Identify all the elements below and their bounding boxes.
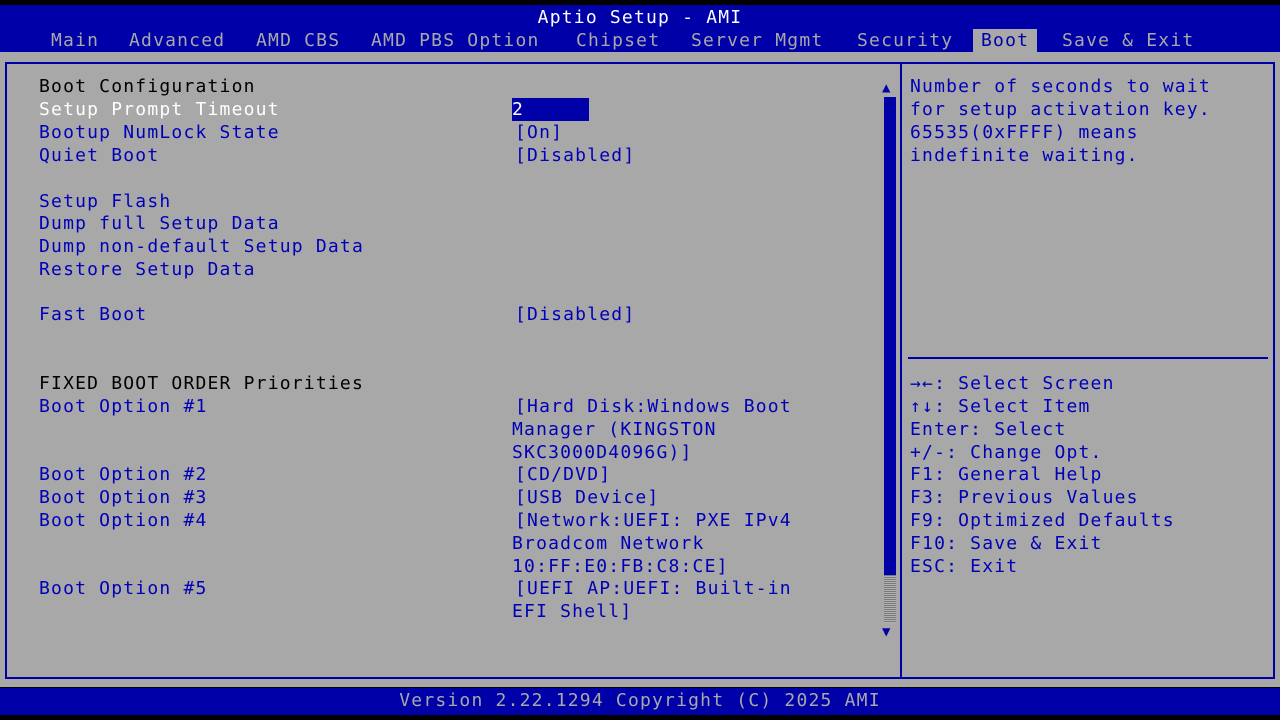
frame-bottom	[5, 677, 1275, 679]
boot-option-1-value-line3[interactable]: SKC3000D4096G)]	[512, 442, 693, 463]
key-general-help: F1: General Help	[910, 464, 1103, 485]
help-text-line: Number of seconds to wait	[910, 76, 1211, 97]
key-enter-select: Enter: Select	[910, 419, 1067, 440]
tab-amd-pbs-option[interactable]: AMD PBS Option	[371, 30, 540, 51]
window-title: Aptio Setup - AMI	[537, 7, 743, 28]
key-optimized-defaults: F9: Optimized Defaults	[910, 510, 1175, 531]
help-divider	[908, 357, 1268, 359]
boot-option-3-value[interactable]: [USB Device]	[515, 487, 659, 508]
scroll-up-arrow-icon[interactable]: ▲	[882, 80, 892, 96]
scroll-down-arrow-icon[interactable]: ▼	[882, 624, 892, 640]
quiet-boot-value[interactable]: [Disabled]	[515, 145, 635, 166]
boot-configuration-header: Boot Configuration	[39, 76, 256, 97]
key-save-exit: F10: Save & Exit	[910, 533, 1103, 554]
key-esc-exit: ESC: Exit	[910, 556, 1019, 577]
boot-option-2-label[interactable]: Boot Option #2	[39, 464, 208, 485]
fast-boot-label[interactable]: Fast Boot	[39, 304, 147, 325]
bootup-numlock-label[interactable]: Bootup NumLock State	[39, 122, 280, 143]
help-text-line: indefinite waiting.	[910, 145, 1139, 166]
boot-option-4-label[interactable]: Boot Option #4	[39, 510, 208, 531]
help-text-line: 65535(0xFFFF) means	[910, 122, 1139, 143]
setup-prompt-timeout-label[interactable]: Setup Prompt Timeout	[39, 99, 280, 120]
tab-boot[interactable]: Boot	[973, 29, 1038, 52]
bootup-numlock-value[interactable]: [On]	[515, 122, 563, 143]
boot-option-4-value-line2[interactable]: Broadcom Network	[512, 533, 705, 554]
fixed-boot-order-header: FIXED BOOT ORDER Priorities	[39, 373, 364, 394]
setup-prompt-timeout-input[interactable]: 2	[512, 98, 589, 121]
setup-flash-item[interactable]: Setup Flash	[39, 191, 171, 212]
tab-security[interactable]: Security	[857, 30, 953, 51]
scrollbar-track[interactable]	[884, 97, 896, 575]
scrollbar-thumb[interactable]	[884, 575, 896, 623]
restore-setup-item[interactable]: Restore Setup Data	[39, 259, 256, 280]
boot-option-1-value-line1[interactable]: [Hard Disk:Windows Boot	[515, 396, 792, 417]
boot-option-5-value-line1[interactable]: [UEFI AP:UEFI: Built-in	[515, 578, 792, 599]
key-change-opt: +/-: Change Opt.	[910, 442, 1103, 463]
panel-divider	[900, 62, 902, 679]
boot-option-5-label[interactable]: Boot Option #5	[39, 578, 208, 599]
tab-chipset[interactable]: Chipset	[576, 30, 660, 51]
dump-non-default-item[interactable]: Dump non-default Setup Data	[39, 236, 364, 257]
key-select-screen: →←: Select Screen	[910, 373, 1115, 394]
tab-save-exit[interactable]: Save & Exit	[1062, 30, 1194, 51]
boot-option-1-label[interactable]: Boot Option #1	[39, 396, 208, 417]
tab-main[interactable]: Main	[51, 30, 99, 51]
tab-amd-cbs[interactable]: AMD CBS	[256, 30, 340, 51]
frame-top	[5, 62, 1275, 64]
frame-right	[1273, 62, 1275, 679]
boot-option-1-value-line2[interactable]: Manager (KINGSTON	[512, 419, 717, 440]
quiet-boot-label[interactable]: Quiet Boot	[39, 145, 159, 166]
version-copyright: Version 2.22.1294 Copyright (C) 2025 AMI	[399, 690, 881, 711]
dump-full-setup-item[interactable]: Dump full Setup Data	[39, 213, 280, 234]
tab-advanced[interactable]: Advanced	[129, 30, 225, 51]
frame-left	[5, 62, 7, 679]
tab-server-mgmt[interactable]: Server Mgmt	[691, 30, 823, 51]
help-text-line: for setup activation key.	[910, 99, 1211, 120]
boot-option-5-value-line2[interactable]: EFI Shell]	[512, 601, 632, 622]
boot-option-2-value[interactable]: [CD/DVD]	[515, 464, 611, 485]
boot-option-3-label[interactable]: Boot Option #3	[39, 487, 208, 508]
key-previous-values: F3: Previous Values	[910, 487, 1139, 508]
boot-option-4-value-line3[interactable]: 10:FF:E0:FB:C8:CE]	[512, 556, 729, 577]
fast-boot-value[interactable]: [Disabled]	[515, 304, 635, 325]
key-select-item: ↑↓: Select Item	[910, 396, 1091, 417]
boot-option-4-value-line1[interactable]: [Network:UEFI: PXE IPv4	[515, 510, 792, 531]
